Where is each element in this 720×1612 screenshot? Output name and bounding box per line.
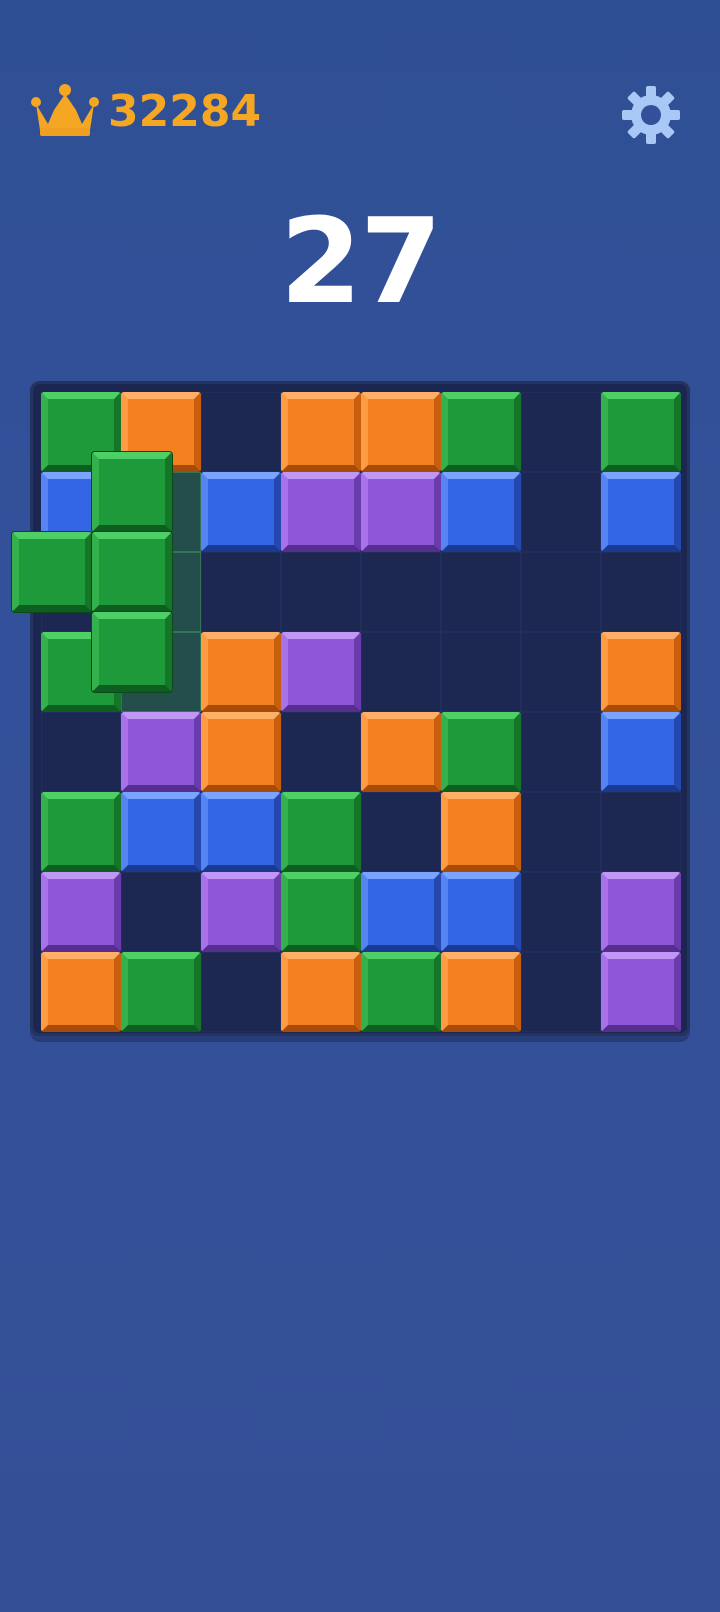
- orange-block: [361, 712, 441, 792]
- dragging-piece-block[interactable]: [92, 612, 172, 692]
- board-cell[interactable]: [521, 792, 601, 872]
- board-cell[interactable]: [521, 552, 601, 632]
- board-cell[interactable]: [441, 632, 521, 712]
- current-score: 27: [279, 192, 442, 330]
- orange-block: [281, 952, 361, 1032]
- board-cell[interactable]: [121, 872, 201, 952]
- blue-block: [121, 792, 201, 872]
- board-cell[interactable]: [201, 952, 281, 1032]
- orange-block: [281, 392, 361, 472]
- green-block: [441, 712, 521, 792]
- orange-block: [601, 632, 681, 712]
- orange-block: [201, 632, 281, 712]
- board-cell[interactable]: [601, 552, 681, 632]
- board-cell[interactable]: [201, 552, 281, 632]
- dragging-piece-block[interactable]: [92, 532, 172, 612]
- crown-icon: [31, 84, 99, 136]
- dragging-piece-block[interactable]: [12, 532, 92, 612]
- blue-block: [201, 472, 281, 552]
- orange-block: [201, 712, 281, 792]
- board-cell[interactable]: [601, 792, 681, 872]
- green-block: [441, 392, 521, 472]
- green-block: [601, 392, 681, 472]
- gear-icon[interactable]: [620, 84, 682, 146]
- board-cell[interactable]: [281, 712, 361, 792]
- blue-block: [441, 472, 521, 552]
- board-cell[interactable]: [521, 712, 601, 792]
- board-cell[interactable]: [361, 792, 441, 872]
- green-block: [281, 792, 361, 872]
- purple-block: [281, 472, 361, 552]
- board-cell[interactable]: [521, 392, 601, 472]
- purple-block: [201, 872, 281, 952]
- board-cell[interactable]: [521, 872, 601, 952]
- dragging-piece-block[interactable]: [92, 452, 172, 532]
- orange-block: [441, 792, 521, 872]
- board-cell[interactable]: [441, 552, 521, 632]
- board-cell[interactable]: [41, 712, 121, 792]
- blue-block: [441, 872, 521, 952]
- blue-block: [601, 712, 681, 792]
- best-score: 32284: [108, 86, 262, 137]
- orange-block: [41, 952, 121, 1032]
- purple-block: [601, 952, 681, 1032]
- purple-block: [121, 712, 201, 792]
- green-block: [121, 952, 201, 1032]
- green-block: [281, 872, 361, 952]
- green-block: [41, 792, 121, 872]
- purple-block: [601, 872, 681, 952]
- top-bar: 32284: [0, 0, 720, 160]
- blue-block: [201, 792, 281, 872]
- orange-block: [441, 952, 521, 1032]
- purple-block: [361, 472, 441, 552]
- board-cell[interactable]: [361, 552, 441, 632]
- board-cell[interactable]: [521, 472, 601, 552]
- orange-block: [361, 392, 441, 472]
- board-cell[interactable]: [521, 632, 601, 712]
- board-cell[interactable]: [361, 632, 441, 712]
- purple-block: [281, 632, 361, 712]
- green-block: [361, 952, 441, 1032]
- board-cell[interactable]: [521, 952, 601, 1032]
- blue-block: [361, 872, 441, 952]
- board-cell[interactable]: [281, 552, 361, 632]
- purple-block: [41, 872, 121, 952]
- blue-block: [601, 472, 681, 552]
- board-cell[interactable]: [201, 392, 281, 472]
